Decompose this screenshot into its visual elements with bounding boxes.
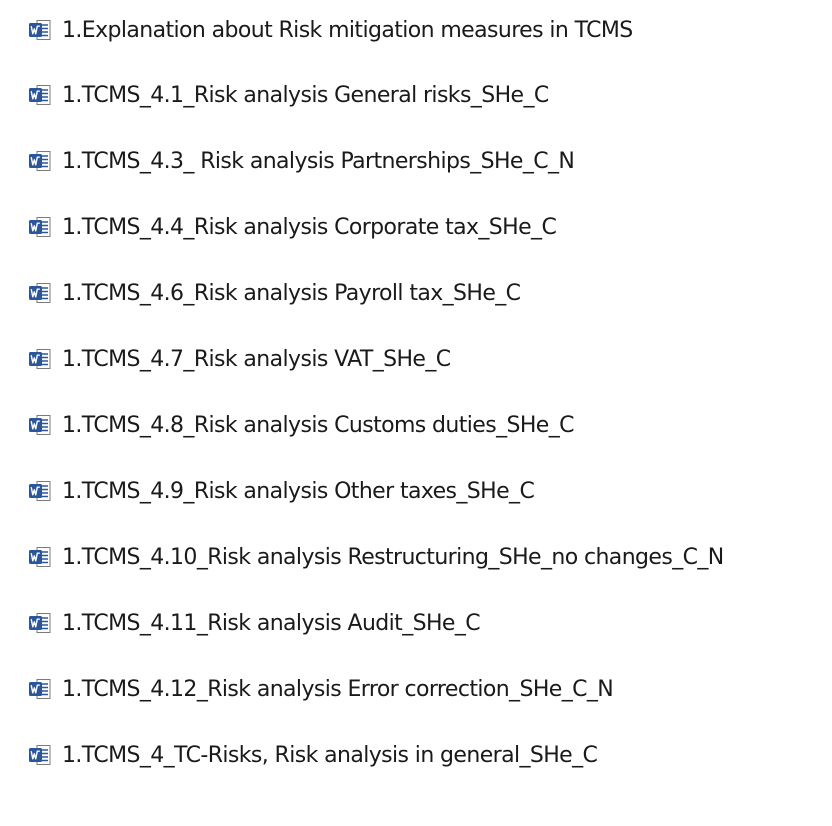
file-item[interactable]: 1.TCMS_4_TC-Risks, Risk analysis in gene… [28, 737, 598, 773]
word-document-icon [29, 20, 51, 40]
word-document-icon [29, 151, 51, 171]
word-document-icon [29, 283, 51, 303]
file-item[interactable]: 1.TCMS_4.1_Risk analysis General risks_S… [28, 77, 549, 113]
file-item[interactable]: 1.TCMS_4.6_Risk analysis Payroll tax_SHe… [28, 275, 521, 311]
file-item[interactable]: 1.TCMS_4.11_Risk analysis Audit_SHe_C [28, 605, 481, 641]
file-name: 1.TCMS_4.6_Risk analysis Payroll tax_SHe… [62, 280, 521, 306]
file-item[interactable]: 1.TCMS_4.7_Risk analysis VAT_SHe_C [28, 341, 451, 377]
word-document-icon [29, 415, 51, 435]
file-item[interactable]: 1.TCMS_4.12_Risk analysis Error correcti… [28, 671, 614, 707]
file-name: 1.TCMS_4.10_Risk analysis Restructuring_… [62, 544, 724, 570]
file-name: 1.TCMS_4_TC-Risks, Risk analysis in gene… [62, 742, 598, 768]
file-name: 1.TCMS_4.8_Risk analysis Customs duties_… [62, 412, 574, 438]
file-name: 1.TCMS_4.3_ Risk analysis Partnerships_S… [62, 148, 575, 174]
file-name: 1.Explanation about Risk mitigation meas… [62, 17, 633, 43]
file-item[interactable]: 1.TCMS_4.3_ Risk analysis Partnerships_S… [28, 143, 575, 179]
file-name: 1.TCMS_4.7_Risk analysis VAT_SHe_C [62, 346, 451, 372]
file-name: 1.TCMS_4.4_Risk analysis Corporate tax_S… [62, 214, 557, 240]
file-item[interactable]: 1.TCMS_4.4_Risk analysis Corporate tax_S… [28, 209, 557, 245]
word-document-icon [29, 481, 51, 501]
word-document-icon [29, 679, 51, 699]
word-document-icon [29, 349, 51, 369]
file-item[interactable]: 1.TCMS_4.9_Risk analysis Other taxes_SHe… [28, 473, 535, 509]
word-document-icon [29, 547, 51, 567]
word-document-icon [29, 217, 51, 237]
word-document-icon [29, 85, 51, 105]
file-list: 1.Explanation about Risk mitigation meas… [0, 0, 832, 826]
file-name: 1.TCMS_4.12_Risk analysis Error correcti… [62, 676, 614, 702]
word-document-icon [29, 745, 51, 765]
word-document-icon [29, 613, 51, 633]
file-name: 1.TCMS_4.11_Risk analysis Audit_SHe_C [62, 610, 481, 636]
file-item[interactable]: 1.Explanation about Risk mitigation meas… [28, 12, 633, 48]
file-item[interactable]: 1.TCMS_4.8_Risk analysis Customs duties_… [28, 407, 574, 443]
file-name: 1.TCMS_4.9_Risk analysis Other taxes_SHe… [62, 478, 535, 504]
file-name: 1.TCMS_4.1_Risk analysis General risks_S… [62, 82, 549, 108]
file-item[interactable]: 1.TCMS_4.10_Risk analysis Restructuring_… [28, 539, 724, 575]
